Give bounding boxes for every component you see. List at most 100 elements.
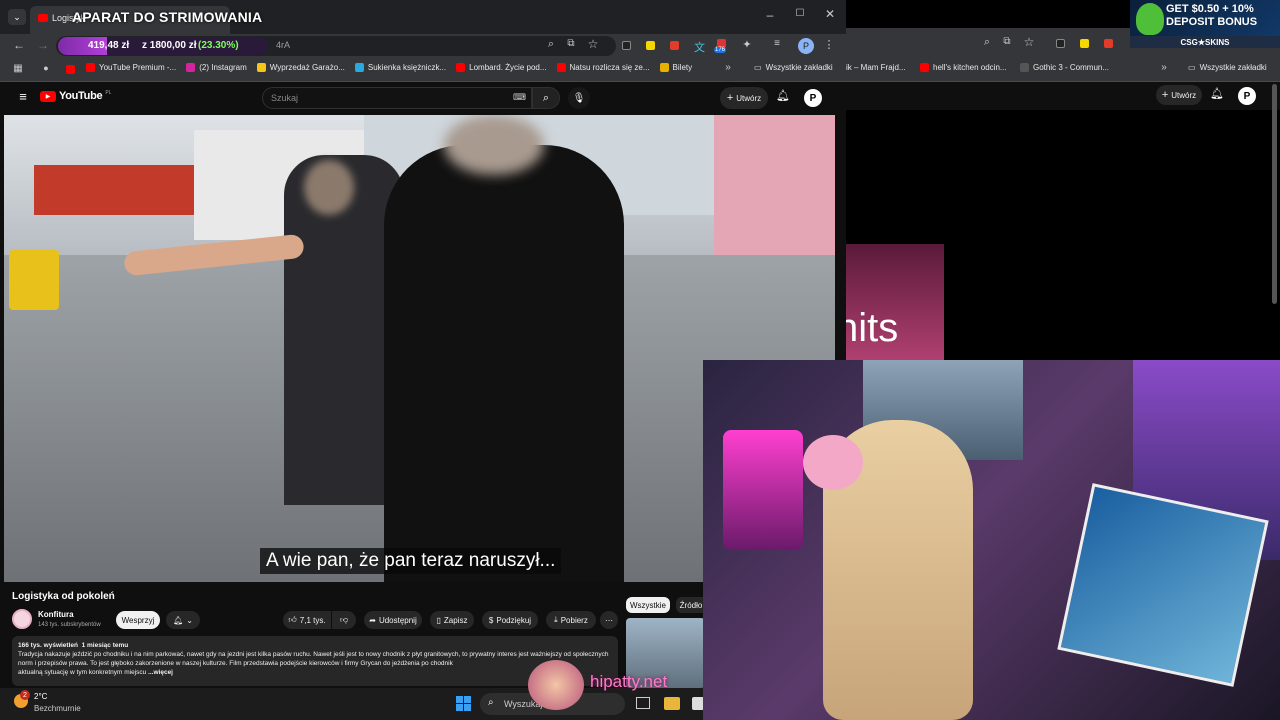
filter-chip-all[interactable]: Wszystkie xyxy=(626,597,670,613)
extension-twitch-icon[interactable] xyxy=(1056,39,1065,48)
thumbs-up-icon: 👍︎ xyxy=(288,615,297,624)
back-arrow-icon[interactable]: ← xyxy=(12,38,26,52)
more-actions-button[interactable]: ⋯ xyxy=(600,611,618,629)
extension-red-icon[interactable] xyxy=(670,41,679,50)
bookmark-item[interactable]: (2) Instagram xyxy=(186,63,247,72)
share-button[interactable]: ➦ Udostępnij xyxy=(364,611,422,629)
bookmark-youtube-icon[interactable] xyxy=(66,65,75,74)
extension-twitch-icon[interactable] xyxy=(622,41,631,50)
show-more-link[interactable]: ...więcej xyxy=(148,669,173,676)
weather-condition[interactable]: Bezchmurnie xyxy=(34,704,81,713)
github-icon[interactable]: ● xyxy=(40,63,52,73)
watermark-avatar xyxy=(528,660,584,710)
create-button[interactable]: + Utwórz xyxy=(1156,85,1202,105)
more-bookmarks-chevron-icon[interactable]: » xyxy=(1158,62,1170,73)
search-input[interactable]: Szukaj ⌨ xyxy=(262,87,532,109)
windows-start-icon[interactable] xyxy=(456,696,471,711)
video-tram xyxy=(34,165,194,215)
keyboard-icon[interactable]: ⌨ xyxy=(513,92,526,103)
donation-percent: (23.30%) xyxy=(198,40,239,51)
share-label: Udostępnij xyxy=(378,615,417,625)
create-label: Utwórz xyxy=(736,93,762,103)
support-button[interactable]: Wesprzyj xyxy=(116,611,160,629)
channel-avatar[interactable] xyxy=(12,609,32,629)
publish-date: 1 miesiąc temu xyxy=(81,642,129,649)
video-blurred-face xyxy=(444,115,544,175)
account-avatar[interactable]: P xyxy=(804,89,822,107)
bookmark-item[interactable]: ik – Mam Frajd... xyxy=(846,63,906,72)
voice-search-button[interactable]: 🎙 xyxy=(568,87,590,109)
chevron-down-icon: ⌄ xyxy=(13,11,21,22)
weather-temperature[interactable]: 2°C xyxy=(34,692,47,701)
search-button[interactable]: ⌕ xyxy=(532,87,560,109)
minimize-button[interactable]: – xyxy=(760,8,780,22)
bookmark-label: hell's kitchen odcin... xyxy=(933,63,1007,72)
like-button[interactable]: 👍︎ 7,1 tys. xyxy=(283,611,331,629)
forward-arrow-icon[interactable]: → xyxy=(36,38,50,52)
bookmark-favicon-icon xyxy=(659,63,669,72)
media-control-icon[interactable]: ≡ xyxy=(770,38,784,49)
bookmark-star-icon[interactable]: ☆ xyxy=(1022,35,1036,49)
filter-chip-source[interactable]: Źródło xyxy=(676,597,706,613)
bookmark-star-icon[interactable]: ☆ xyxy=(586,37,600,51)
extension-yellow-icon[interactable] xyxy=(1080,39,1089,48)
install-app-icon[interactable]: ⧉ xyxy=(1000,36,1014,47)
create-button[interactable]: + Utwórz xyxy=(720,87,768,109)
apps-grid-icon[interactable]: ▦ xyxy=(12,63,24,74)
bookmark-item[interactable]: Wyprzedaż Garażo... xyxy=(256,63,345,72)
bookmarks-bar-right: ik – Mam Frajd... hell's kitchen odcin..… xyxy=(846,58,1280,82)
ad-banner[interactable]: GET $0.50 + 10% DEPOSIT BONUS CSG★SKINS xyxy=(1130,0,1280,48)
scrollbar[interactable] xyxy=(1272,84,1277,304)
video-person-right xyxy=(384,145,624,582)
extension-red-icon[interactable] xyxy=(1104,39,1113,48)
bookmark-item[interactable]: Gothic 3 - Commun... xyxy=(1020,63,1109,72)
notification-settings-button[interactable]: 🔔︎ ⌄ xyxy=(166,611,200,629)
address-bar[interactable]: 419,48 zł z 1800,00 zł (23.30%) 4rA ⌕ ⧉ … xyxy=(56,36,616,56)
youtube-logo[interactable]: ▶ YouTube PL xyxy=(40,90,111,102)
all-bookmarks-button[interactable]: ▭ Wszystkie zakładki xyxy=(754,63,833,72)
bookmark-item[interactable]: Lombard. Życie pod... xyxy=(456,63,547,72)
bookmark-item[interactable]: Sukienka księżniczk... xyxy=(354,63,446,72)
mascot-icon xyxy=(1136,3,1164,35)
bookmark-item[interactable]: Bilety xyxy=(659,63,692,72)
account-avatar[interactable]: P xyxy=(1238,87,1256,105)
streamer-watermark: hipatty.net xyxy=(528,660,708,710)
video-title: Logistyka od pokoleń xyxy=(12,591,115,602)
hamburger-menu-icon[interactable]: ≡ xyxy=(16,89,30,104)
zoom-icon[interactable]: ⌕ xyxy=(544,38,558,51)
maximize-button[interactable]: ☐ xyxy=(790,8,810,19)
youtube-region: PL xyxy=(105,90,112,96)
bookmark-favicon-icon xyxy=(1020,63,1029,72)
bookmark-item[interactable]: YouTube Premium -... xyxy=(86,63,176,72)
thanks-icon: $ xyxy=(488,615,494,625)
thanks-button[interactable]: $ Podziękuj xyxy=(482,611,538,629)
folder-icon: ▭ xyxy=(754,63,762,72)
install-app-icon[interactable]: ⧉ xyxy=(564,38,578,49)
description-tail-row: aktualną sytuację w tym konkretnym miejs… xyxy=(18,668,612,677)
video-thumbnail-right[interactable]: hits xyxy=(846,244,944,360)
extension-yellow-icon[interactable] xyxy=(646,41,655,50)
filter-chip-label: Źródło xyxy=(679,600,703,610)
bookmark-item[interactable]: hell's kitchen odcin... xyxy=(920,63,1007,72)
extensions-puzzle-icon[interactable]: ✦ xyxy=(740,38,754,51)
more-bookmarks-chevron-icon[interactable]: » xyxy=(722,62,734,73)
subtitle-text: A wie pan, że pan teraz naruszył... xyxy=(266,550,556,571)
download-button[interactable]: ⤓ Pobierz xyxy=(546,611,596,629)
notifications-bell-icon[interactable]: 🔔︎ xyxy=(776,89,790,102)
zoom-icon[interactable]: ⌕ xyxy=(980,36,994,49)
save-button[interactable]: ▯ Zapisz xyxy=(430,611,474,629)
close-button[interactable]: ✕ xyxy=(820,7,840,21)
notifications-bell-icon[interactable]: 🔔︎ xyxy=(1210,87,1224,100)
tab-search-button[interactable]: ⌄ xyxy=(8,9,26,25)
menu-kebab-icon[interactable]: ⋮ xyxy=(822,38,836,51)
profile-avatar[interactable]: P xyxy=(798,38,814,54)
ad-brand-text: CSG★SKINS xyxy=(1180,37,1230,47)
channel-name[interactable]: Konfitura xyxy=(38,610,74,619)
extension-counter[interactable]: 176 xyxy=(714,38,730,54)
bookmark-item[interactable]: Natsu rozlicza się ze... xyxy=(556,63,650,72)
extension-translate-icon[interactable]: 文 xyxy=(694,39,705,55)
create-label: Utwórz xyxy=(1171,90,1197,100)
donation-goal: z 1800,00 zł xyxy=(142,40,197,51)
all-bookmarks-button[interactable]: ▭ Wszystkie zakładki xyxy=(1188,63,1267,72)
dislike-button[interactable]: 👎︎ xyxy=(332,611,356,629)
